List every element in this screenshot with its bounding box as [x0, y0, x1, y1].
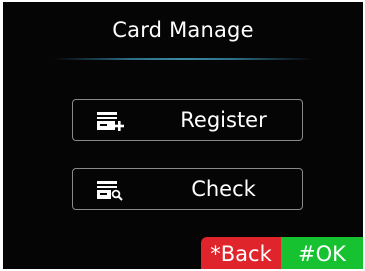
register-button[interactable]: Register — [72, 99, 303, 141]
card-add-icon — [97, 112, 124, 132]
register-label: Register — [180, 108, 267, 132]
page-title: Card Manage — [112, 18, 254, 42]
card-search-icon — [97, 181, 124, 201]
ok-softkey[interactable]: #OK — [281, 237, 363, 269]
check-label: Check — [191, 177, 256, 201]
title-divider — [53, 58, 313, 60]
check-button[interactable]: Check — [72, 168, 303, 210]
device-screen: Card Manage Register Check *Back #OK — [3, 2, 363, 269]
back-softkey[interactable]: *Back — [201, 237, 281, 269]
